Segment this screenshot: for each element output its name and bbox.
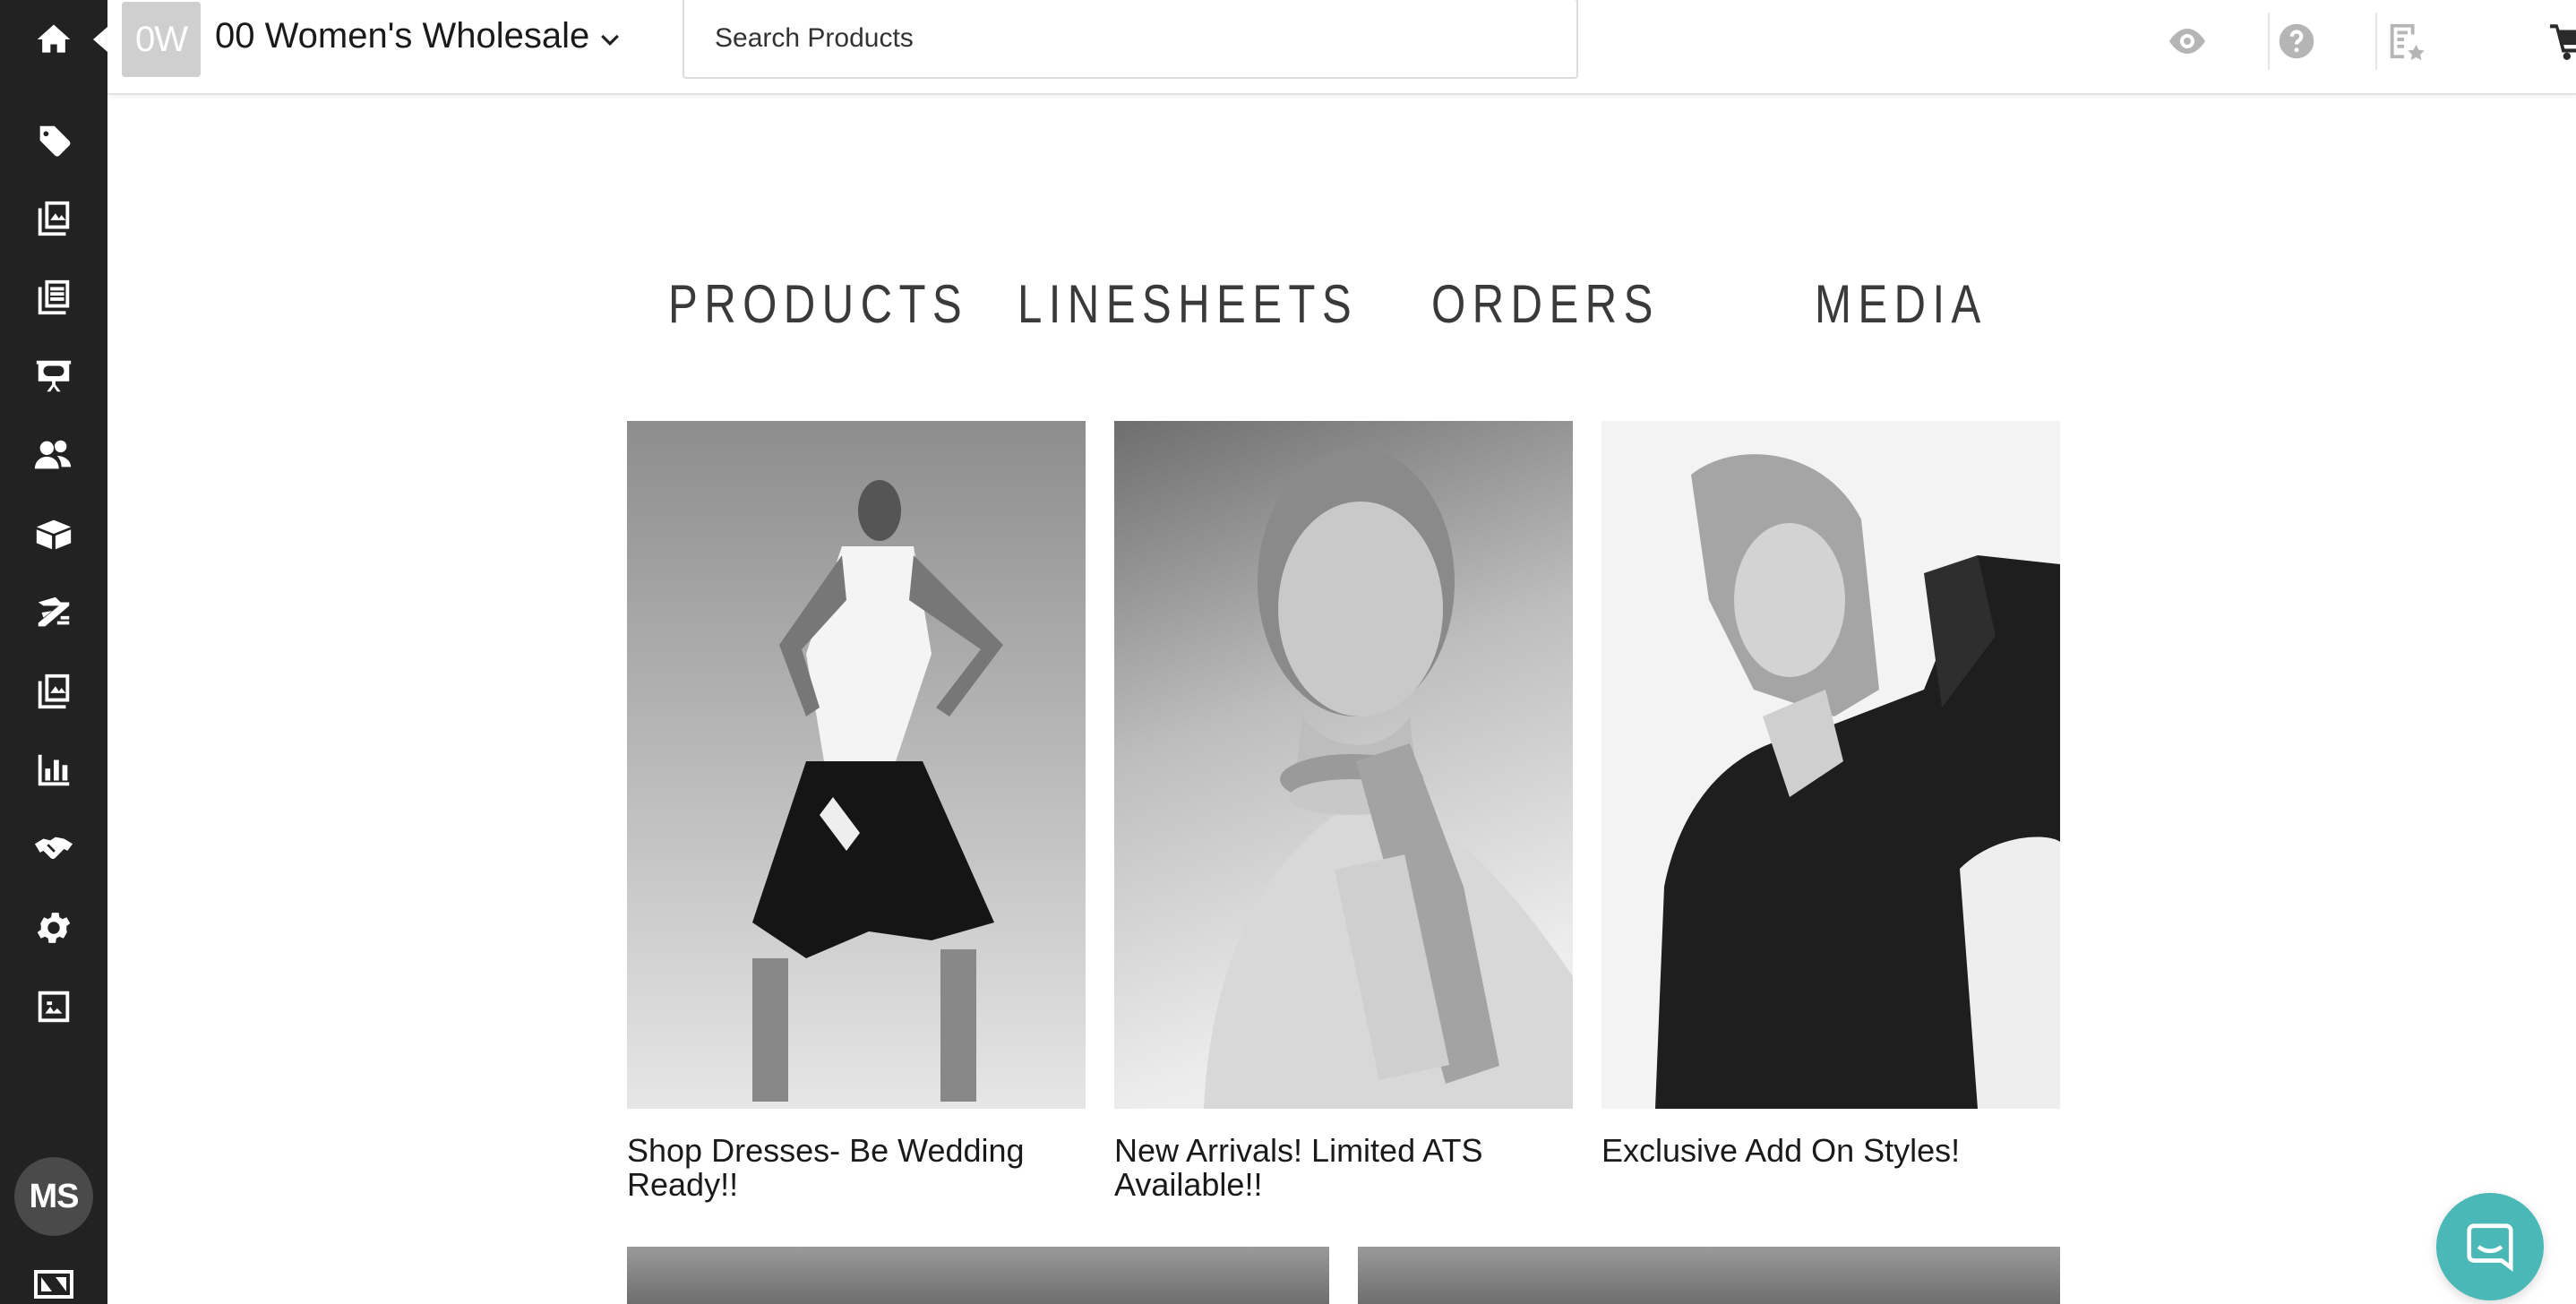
sidebar-item-orders[interactable]	[0, 586, 107, 639]
home-button[interactable]	[0, 0, 107, 79]
feature-caption[interactable]: Shop Dresses- Be Wedding Ready!!	[627, 1134, 1086, 1202]
help-icon	[2279, 23, 2314, 59]
feature-photo[interactable]	[1601, 421, 2060, 1109]
sidebar-item-catalogs[interactable]	[0, 192, 107, 245]
sidebar: MS	[0, 0, 107, 1304]
model-figure-image	[752, 480, 1003, 1102]
sidebar-item-inventory[interactable]	[0, 507, 107, 561]
linesheet-star-icon	[2390, 23, 2425, 61]
brand-initials: 0W	[135, 19, 188, 59]
header-divider	[2375, 13, 2377, 70]
chat-icon	[2467, 1223, 2513, 1272]
eye-icon	[2169, 29, 2205, 54]
model-portrait-image	[1204, 448, 1573, 1109]
nav-orders[interactable]: ORDERS	[1431, 273, 1660, 335]
lower-feature-photo[interactable]	[1358, 1247, 2060, 1304]
feature-caption[interactable]: New Arrivals! Limited ATS Available!!	[1114, 1134, 1573, 1202]
presentation-icon	[36, 360, 72, 392]
settings-gear-icon	[37, 913, 71, 943]
catalog-icon	[38, 201, 70, 236]
home-icon	[37, 24, 71, 53]
feature-caption[interactable]: Exclusive Add On Styles!	[1601, 1134, 2060, 1168]
brand-card-icon	[34, 1270, 73, 1299]
orders-icon	[38, 596, 70, 627]
feature-card[interactable]: Shop Dresses- Be Wedding Ready!!	[627, 421, 1086, 1202]
brand-portal-icon	[38, 991, 70, 1023]
nav-linesheets[interactable]: LINESHEETS	[1018, 273, 1358, 335]
chevron-down-icon[interactable]	[597, 27, 623, 54]
sidebar-item-customers[interactable]	[0, 428, 107, 482]
help-button[interactable]	[2270, 14, 2323, 68]
sidebar-item-linesheets[interactable]	[0, 270, 107, 324]
feature-card[interactable]: Exclusive Add On Styles!	[1601, 421, 2060, 1168]
chat-launcher-button[interactable]	[2436, 1193, 2544, 1300]
linesheet-icon	[38, 279, 70, 315]
lower-feature-photo[interactable]	[627, 1247, 1329, 1304]
feature-card[interactable]: New Arrivals! Limited ATS Available!!	[1114, 421, 1573, 1202]
feature-photo[interactable]	[1114, 421, 1573, 1109]
cart-icon	[2550, 24, 2576, 60]
linesheet-button[interactable]	[2379, 14, 2433, 68]
handshake-icon	[34, 836, 73, 860]
nav-media[interactable]: MEDIA	[1815, 273, 1988, 335]
preview-button[interactable]	[2160, 14, 2214, 68]
customers-icon	[34, 440, 72, 469]
model-blouse-image	[1655, 454, 2060, 1109]
sidebar-item-partners[interactable]	[0, 822, 107, 876]
search-bar[interactable]	[683, 0, 1578, 79]
brand-logo[interactable]: 0W	[122, 2, 201, 77]
avatar-initials: MS	[29, 1177, 80, 1215]
sidebar-item-presentations[interactable]	[0, 349, 107, 403]
sidebar-item-settings[interactable]	[0, 901, 107, 955]
sidebar-item-reports[interactable]	[0, 743, 107, 797]
top-header: 0W 00 Women's Wholesale	[107, 0, 2576, 95]
sidebar-item-bottom[interactable]	[0, 1263, 107, 1304]
feature-photo[interactable]	[627, 421, 1086, 1109]
tag-icon	[39, 125, 71, 157]
avatar[interactable]: MS	[14, 1157, 93, 1236]
inventory-box-icon	[36, 519, 72, 550]
search-input[interactable]	[713, 22, 1523, 55]
reports-chart-icon	[38, 754, 70, 786]
nav-products[interactable]: PRODUCTS	[668, 273, 968, 335]
sidebar-item-media[interactable]	[0, 665, 107, 718]
brand-name[interactable]: 00 Women's Wholesale	[215, 16, 589, 56]
sidebar-item-brand-portal[interactable]	[0, 980, 107, 1034]
cart-button[interactable]	[2544, 14, 2576, 68]
media-icon	[38, 673, 70, 709]
sidebar-item-products[interactable]	[0, 115, 107, 168]
